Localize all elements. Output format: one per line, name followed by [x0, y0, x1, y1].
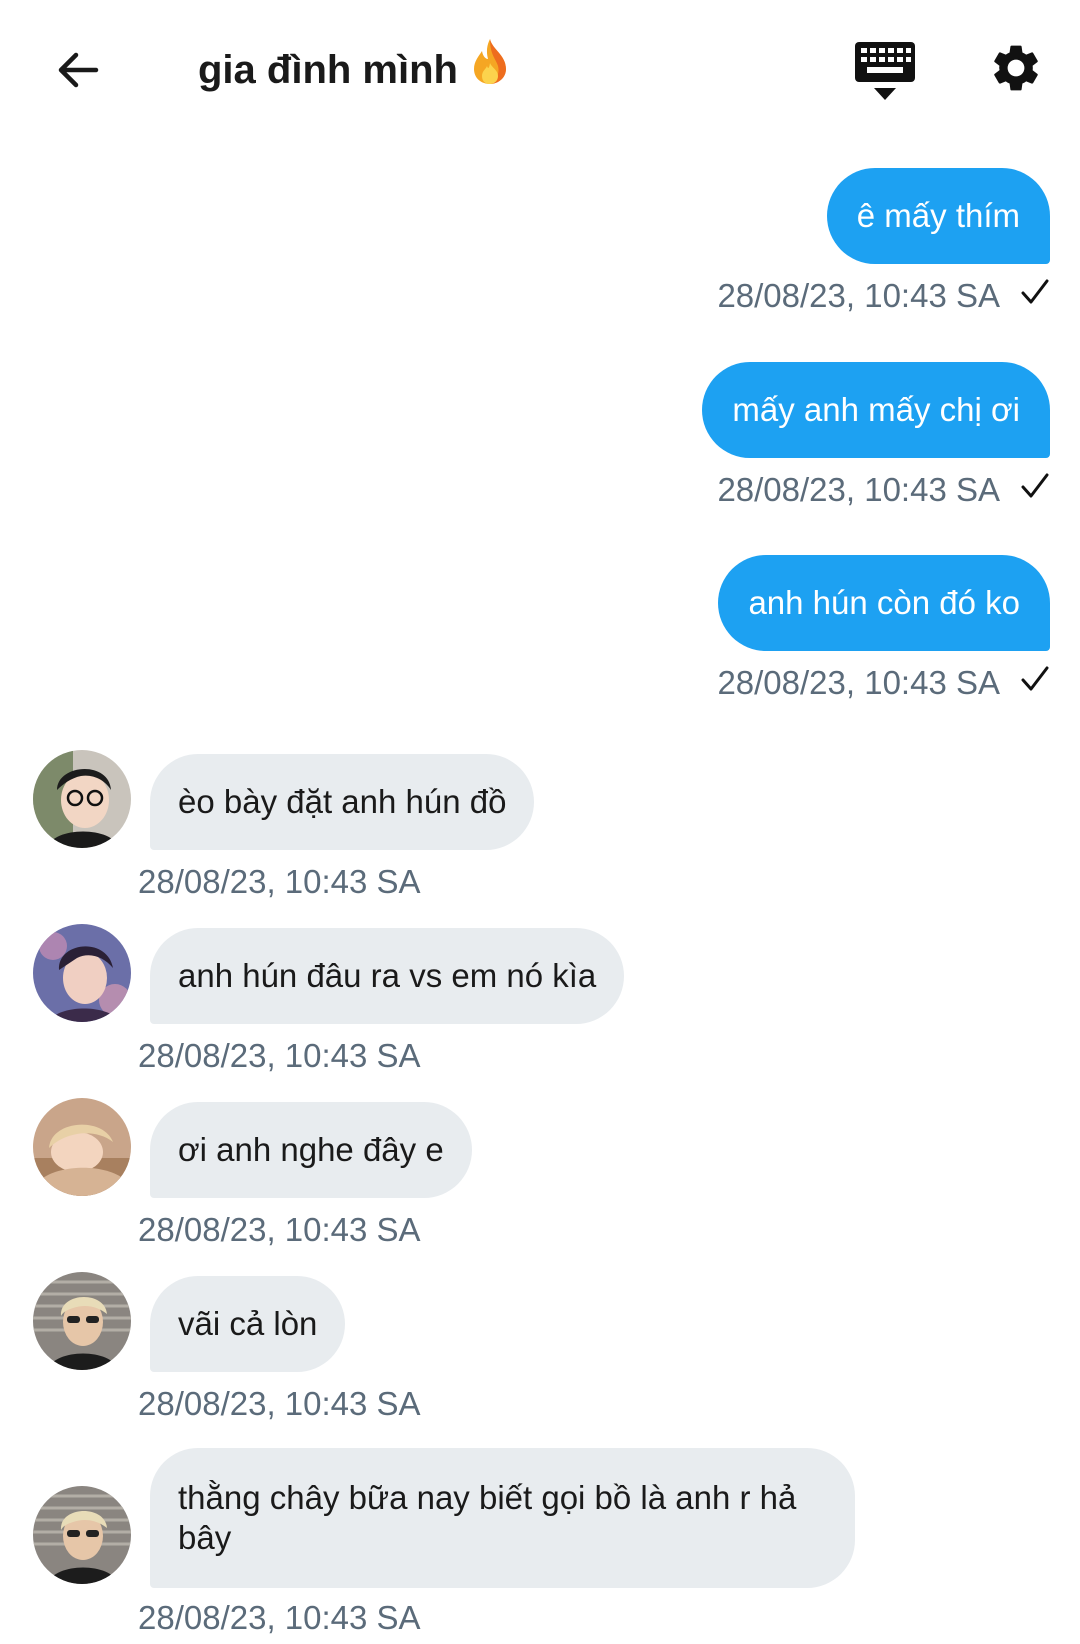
- incoming-message-bubble[interactable]: èo bày đặt anh hún đồ: [150, 754, 535, 850]
- avatar[interactable]: [33, 1272, 131, 1370]
- message-timestamp: 28/08/23, 10:43 SA: [138, 1037, 421, 1074]
- message-timestamp: 28/08/23, 10:43 SA: [717, 277, 1000, 314]
- message-meta: 28/08/23, 10:43 SA: [717, 663, 1050, 703]
- incoming-message-bubble[interactable]: vãi cả lòn: [150, 1276, 346, 1372]
- fire-icon: [470, 37, 510, 100]
- gear-icon: [994, 45, 1038, 91]
- sent-check-icon: [1020, 664, 1050, 702]
- keyboard-toggle-button[interactable]: [852, 40, 918, 102]
- message-timestamp: 28/08/23, 10:43 SA: [138, 863, 421, 900]
- chat-title: gia đình mình: [198, 38, 510, 100]
- outgoing-message-bubble[interactable]: anh hún còn đó ko: [718, 555, 1050, 651]
- avatar[interactable]: [33, 1486, 131, 1584]
- message-timestamp: 28/08/23, 10:43 SA: [138, 1385, 421, 1422]
- message-meta: 28/08/23, 10:43 SA: [717, 276, 1050, 316]
- message-text: vãi cả lòn: [178, 1305, 318, 1342]
- outgoing-message-bubble[interactable]: ê mấy thím: [826, 168, 1050, 264]
- chat-title-text: gia đình mình: [198, 48, 458, 92]
- message-text: ơi anh nghe đây e: [178, 1131, 444, 1168]
- avatar[interactable]: [33, 750, 131, 848]
- message-timestamp: 28/08/23, 10:43 SA: [138, 1211, 421, 1248]
- outgoing-message-bubble[interactable]: mấy anh mấy chị ơi: [702, 362, 1050, 458]
- message-text: anh hún đâu ra vs em nó kìa: [178, 957, 597, 994]
- settings-button[interactable]: [988, 40, 1044, 96]
- avatar[interactable]: [33, 924, 131, 1022]
- message-text: thằng chây bữa nay biết gọi bồ là anh r …: [178, 1479, 797, 1556]
- message-timestamp: 28/08/23, 10:43 SA: [717, 664, 1000, 701]
- message-text: ê mấy thím: [856, 197, 1020, 234]
- message-timestamp: 28/08/23, 10:43 SA: [717, 471, 1000, 508]
- avatar[interactable]: [33, 1098, 131, 1196]
- sent-check-icon: [1020, 277, 1050, 315]
- message-text: mấy anh mấy chị ơi: [732, 391, 1020, 428]
- message-meta: 28/08/23, 10:43 SA: [717, 470, 1050, 510]
- keyboard-hide-icon: [855, 42, 915, 100]
- message-text: anh hún còn đó ko: [748, 584, 1020, 621]
- incoming-message-bubble[interactable]: thằng chây bữa nay biết gọi bồ là anh r …: [150, 1448, 855, 1588]
- incoming-message-bubble[interactable]: ơi anh nghe đây e: [150, 1102, 472, 1198]
- incoming-message-bubble[interactable]: anh hún đâu ra vs em nó kìa: [150, 928, 625, 1024]
- back-button[interactable]: [48, 40, 108, 100]
- sent-check-icon: [1020, 471, 1050, 509]
- chat-header: gia đình mình: [0, 0, 1080, 140]
- message-text: èo bày đặt anh hún đồ: [178, 783, 507, 820]
- arrow-left-icon: [58, 52, 99, 88]
- message-timestamp: 28/08/23, 10:43 SA: [138, 1599, 421, 1636]
